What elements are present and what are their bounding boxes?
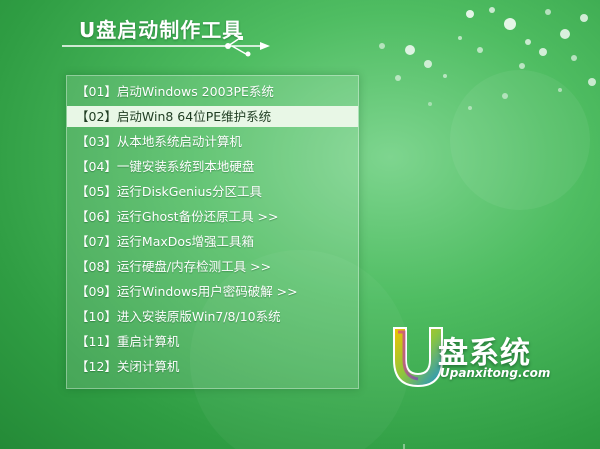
menu-item-02[interactable]: 【02】启动Win8 64位PE维护系统 <box>67 106 358 127</box>
menu-item-10[interactable]: 【10】进入安装原版Win7/8/10系统 <box>67 306 358 327</box>
menu-item-05[interactable]: 【05】运行DiskGenius分区工具 <box>67 181 358 202</box>
menu-item-12[interactable]: 【12】关闭计算机 <box>67 356 358 377</box>
menu-item-08[interactable]: 【08】运行硬盘/内存检测工具 >> <box>67 256 358 277</box>
menu-item-09[interactable]: 【09】运行Windows用户密码破解 >> <box>67 281 358 302</box>
usb-icon <box>62 36 270 57</box>
brand-logo: 盘系统 Upanxitong.com <box>388 322 578 394</box>
logo-url: Upanxitong.com <box>440 366 551 380</box>
menu-item-11[interactable]: 【11】重启计算机 <box>67 331 358 352</box>
menu-item-07[interactable]: 【07】运行MaxDos增强工具箱 <box>67 231 358 252</box>
boot-menu: 【01】启动Windows 2003PE系统 【02】启动Win8 64位PE维… <box>66 75 359 389</box>
menu-item-06[interactable]: 【06】运行Ghost备份还原工具 >> <box>67 206 358 227</box>
menu-item-03[interactable]: 【03】从本地系统启动计算机 <box>67 131 358 152</box>
menu-item-01[interactable]: 【01】启动Windows 2003PE系统 <box>67 81 358 102</box>
menu-item-04[interactable]: 【04】一键安装系统到本地硬盘 <box>67 156 358 177</box>
